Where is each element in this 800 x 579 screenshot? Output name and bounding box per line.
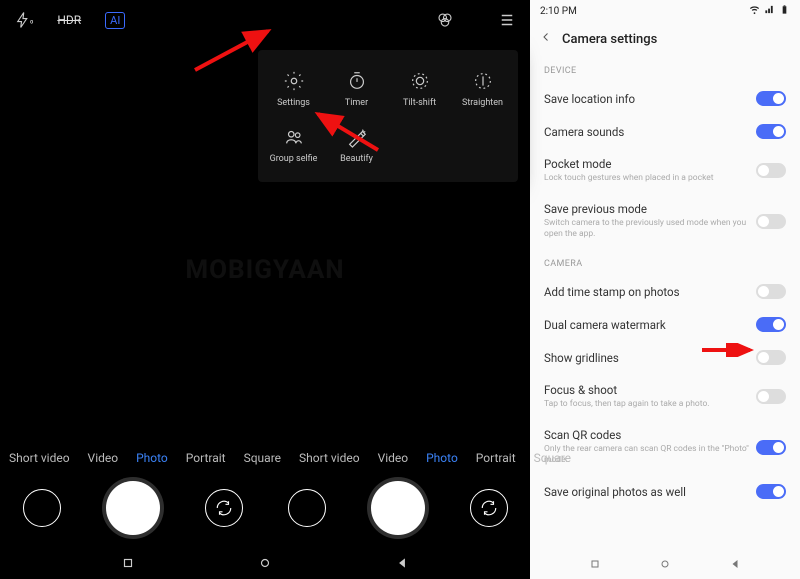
popup-item-settings[interactable]: Settings bbox=[262, 62, 325, 118]
gallery-preview-button[interactable] bbox=[23, 489, 61, 527]
back-button[interactable] bbox=[729, 555, 741, 574]
setting-camera-sounds[interactable]: Camera sounds bbox=[530, 115, 800, 148]
camera-app-screen: ₀ HDR AI Settings Timer Ti bbox=[0, 0, 530, 579]
section-title-device: DEVICE bbox=[530, 56, 800, 82]
popup-item-tiltshift[interactable]: Tilt-shift bbox=[388, 62, 451, 118]
mode-video[interactable]: Video bbox=[369, 447, 418, 469]
setting-title: Camera sounds bbox=[544, 125, 756, 139]
setting-title: Add time stamp on photos bbox=[544, 285, 756, 299]
camera-options-popup: Settings Timer Tilt-shift Straighten Gro… bbox=[258, 50, 518, 182]
wifi-icon bbox=[749, 4, 760, 18]
flash-icon[interactable]: ₀ bbox=[14, 11, 33, 29]
popup-label: Tilt-shift bbox=[403, 98, 436, 108]
group-selfie-icon bbox=[283, 126, 305, 148]
popup-item-straighten[interactable]: Straighten bbox=[451, 62, 514, 118]
section-title-camera: CAMERA bbox=[530, 249, 800, 275]
android-navbar-right bbox=[530, 549, 800, 579]
popup-item-groupselfie[interactable]: Group selfie bbox=[262, 118, 325, 174]
ai-button[interactable]: AI bbox=[105, 12, 125, 29]
filters-icon[interactable] bbox=[436, 11, 454, 29]
shutter-button[interactable] bbox=[371, 481, 425, 535]
setting-pocket-mode[interactable]: Pocket mode Lock touch gestures when plac… bbox=[530, 148, 800, 193]
switch-camera-button[interactable] bbox=[470, 489, 508, 527]
camera-topbar: ₀ HDR AI bbox=[0, 0, 530, 40]
toggle-switch[interactable] bbox=[756, 91, 786, 106]
popup-label: Timer bbox=[345, 98, 368, 108]
toggle-switch[interactable] bbox=[756, 484, 786, 499]
toggle-switch[interactable] bbox=[756, 163, 786, 178]
setting-title: Show gridlines bbox=[544, 351, 756, 365]
watermark-text: MOBIGYAAN bbox=[0, 255, 530, 285]
toggle-switch[interactable] bbox=[756, 214, 786, 229]
back-button[interactable] bbox=[395, 555, 409, 574]
toggle-switch[interactable] bbox=[756, 284, 786, 299]
mode-photo[interactable]: Photo bbox=[127, 447, 177, 469]
popup-item-timer[interactable]: Timer bbox=[325, 62, 388, 118]
mode-portrait[interactable]: Portrait bbox=[467, 447, 525, 469]
toggle-switch[interactable] bbox=[756, 124, 786, 139]
mode-photo[interactable]: Photo bbox=[417, 447, 467, 469]
switch-camera-button[interactable] bbox=[205, 489, 243, 527]
mode-short-video[interactable]: Short video bbox=[290, 447, 369, 469]
home-button[interactable] bbox=[659, 555, 671, 574]
camera-settings-screen: 2:10 PM Camera settings DEVICE Save loca… bbox=[530, 0, 800, 579]
settings-header: Camera settings bbox=[530, 22, 800, 56]
setting-title: Save previous mode bbox=[544, 202, 756, 216]
status-bar: 2:10 PM bbox=[530, 0, 800, 22]
mode-video[interactable]: Video bbox=[79, 447, 128, 469]
popup-label: Straighten bbox=[462, 98, 503, 108]
timer-icon bbox=[346, 70, 368, 92]
hdr-button[interactable]: HDR bbox=[57, 13, 81, 27]
mode-portrait[interactable]: Portrait bbox=[177, 447, 235, 469]
shutter-row bbox=[0, 473, 530, 543]
popup-label: Group selfie bbox=[270, 154, 318, 164]
popup-label: Settings bbox=[277, 98, 310, 108]
setting-dual-camera-watermark[interactable]: Dual camera watermark bbox=[530, 308, 800, 341]
recent-apps-button[interactable] bbox=[121, 555, 135, 574]
setting-time-stamp[interactable]: Add time stamp on photos bbox=[530, 275, 800, 308]
hdr-label: HDR bbox=[57, 13, 81, 27]
android-navbar-left bbox=[0, 549, 530, 579]
settings-title: Camera settings bbox=[562, 32, 657, 47]
status-time: 2:10 PM bbox=[540, 6, 577, 17]
mode-square[interactable]: Square bbox=[525, 447, 580, 469]
gallery-preview-button[interactable] bbox=[288, 489, 326, 527]
setting-subtitle: Tap to focus, then tap again to take a p… bbox=[544, 399, 756, 410]
toggle-switch[interactable] bbox=[756, 440, 786, 455]
setting-save-previous-mode[interactable]: Save previous mode Switch camera to the p… bbox=[530, 193, 800, 249]
toggle-switch[interactable] bbox=[756, 389, 786, 404]
menu-icon[interactable] bbox=[498, 11, 516, 29]
setting-title: Save original photos as well bbox=[544, 485, 756, 499]
straighten-icon bbox=[472, 70, 494, 92]
setting-subtitle: Switch camera to the previously used mod… bbox=[544, 218, 756, 240]
recent-apps-button[interactable] bbox=[589, 555, 601, 574]
popup-item-beautify[interactable]: Beautify bbox=[325, 118, 388, 174]
tiltshift-icon bbox=[409, 70, 431, 92]
toggle-switch[interactable] bbox=[756, 350, 786, 365]
setting-title: Scan QR codes bbox=[544, 428, 756, 442]
back-icon[interactable] bbox=[540, 31, 552, 47]
setting-title: Dual camera watermark bbox=[544, 318, 756, 332]
mode-short-video[interactable]: Short video bbox=[0, 447, 79, 469]
camera-mode-strip[interactable]: Short video Video Photo Portrait Square … bbox=[0, 447, 530, 469]
setting-subtitle: Lock touch gestures when placed in a poc… bbox=[544, 173, 756, 184]
setting-title: Focus & shoot bbox=[544, 383, 756, 397]
setting-save-location[interactable]: Save location info bbox=[530, 82, 800, 115]
shutter-button[interactable] bbox=[106, 481, 160, 535]
gear-icon bbox=[283, 70, 305, 92]
setting-show-gridlines[interactable]: Show gridlines bbox=[530, 341, 800, 374]
toggle-switch[interactable] bbox=[756, 317, 786, 332]
setting-focus-shoot[interactable]: Focus & shoot Tap to focus, then tap agai… bbox=[530, 374, 800, 419]
beautify-icon bbox=[346, 126, 368, 148]
signal-icon bbox=[764, 4, 775, 18]
ai-label: AI bbox=[105, 12, 125, 29]
home-button[interactable] bbox=[258, 555, 272, 574]
setting-save-original[interactable]: Save original photos as well bbox=[530, 475, 800, 508]
setting-title: Pocket mode bbox=[544, 157, 756, 171]
battery-icon bbox=[779, 4, 790, 18]
mode-square[interactable]: Square bbox=[235, 447, 290, 469]
setting-title: Save location info bbox=[544, 92, 756, 106]
popup-label: Beautify bbox=[340, 154, 373, 164]
